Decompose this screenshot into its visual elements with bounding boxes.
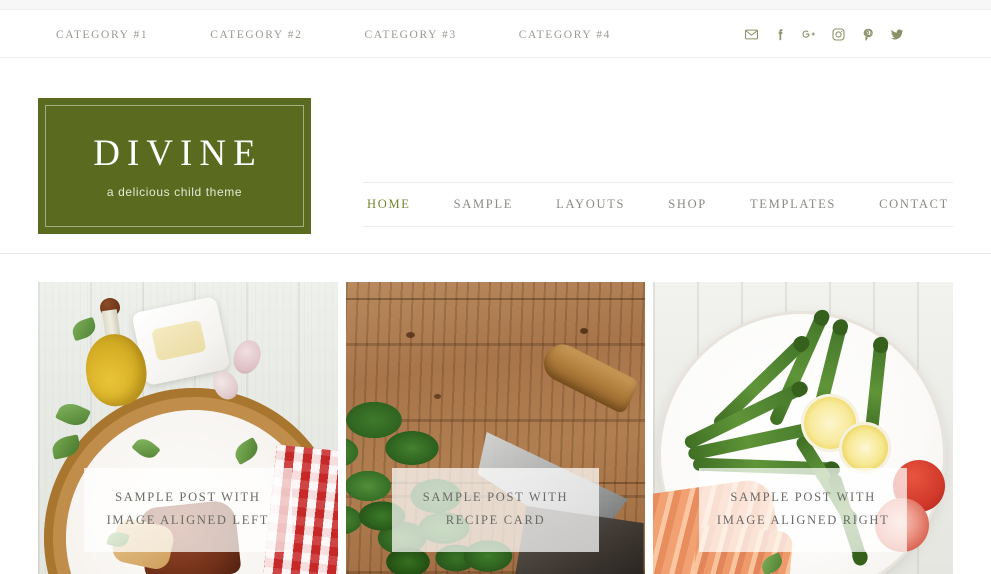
twitter-icon[interactable] <box>888 26 905 43</box>
featured-post-title-2: SAMPLE POST WITH RECIPE CARD <box>391 468 600 553</box>
featured-post-card-1[interactable]: SAMPLE POST WITH IMAGE ALIGNED LEFT <box>38 282 338 574</box>
category-nav: CATEGORY #1 CATEGORY #2 CATEGORY #3 CATE… <box>56 11 633 58</box>
featured-posts-grid: SAMPLE POST WITH IMAGE ALIGNED LEFT SAMP… <box>38 282 954 574</box>
category-nav-item-4[interactable]: CATEGORY #4 <box>519 29 633 41</box>
featured-post-card-3[interactable]: SAMPLE POST WITH IMAGE ALIGNED RIGHT <box>653 282 954 574</box>
logo-title: DIVINE <box>93 132 263 174</box>
category-nav-item-1[interactable]: CATEGORY #1 <box>56 29 170 41</box>
utility-bar: CATEGORY #1 CATEGORY #2 CATEGORY #3 CATE… <box>0 11 991 58</box>
logo-tagline: a delicious child theme <box>106 184 243 199</box>
page-root: CATEGORY #1 CATEGORY #2 CATEGORY #3 CATE… <box>0 0 991 574</box>
site-header: DIVINE a delicious child theme HOME SAMP… <box>0 58 991 254</box>
social-nav <box>743 11 905 58</box>
email-icon[interactable] <box>743 26 760 43</box>
main-nav-item-home[interactable]: HOME <box>367 197 411 212</box>
pinterest-icon[interactable] <box>859 26 876 43</box>
facebook-icon[interactable] <box>772 26 789 43</box>
main-nav-item-layouts[interactable]: LAYOUTS <box>556 197 625 212</box>
google-plus-icon[interactable] <box>801 26 818 43</box>
featured-post-card-2[interactable]: SAMPLE POST WITH RECIPE CARD <box>345 282 646 574</box>
main-nav-item-shop[interactable]: SHOP <box>668 197 707 212</box>
category-nav-item-2[interactable]: CATEGORY #2 <box>210 29 324 41</box>
main-nav-item-sample[interactable]: SAMPLE <box>454 197 514 212</box>
top-decorative-strip <box>0 0 991 10</box>
featured-post-title-3: SAMPLE POST WITH IMAGE ALIGNED RIGHT <box>699 468 908 553</box>
site-logo[interactable]: DIVINE a delicious child theme <box>38 98 311 234</box>
main-nav: HOME SAMPLE LAYOUTS SHOP TEMPLATES CONTA… <box>363 182 953 227</box>
instagram-icon[interactable] <box>830 26 847 43</box>
featured-post-title-1: SAMPLE POST WITH IMAGE ALIGNED LEFT <box>84 468 292 553</box>
main-nav-item-templates[interactable]: TEMPLATES <box>750 197 836 212</box>
main-nav-item-contact[interactable]: CONTACT <box>879 197 949 212</box>
category-nav-item-3[interactable]: CATEGORY #3 <box>365 29 479 41</box>
